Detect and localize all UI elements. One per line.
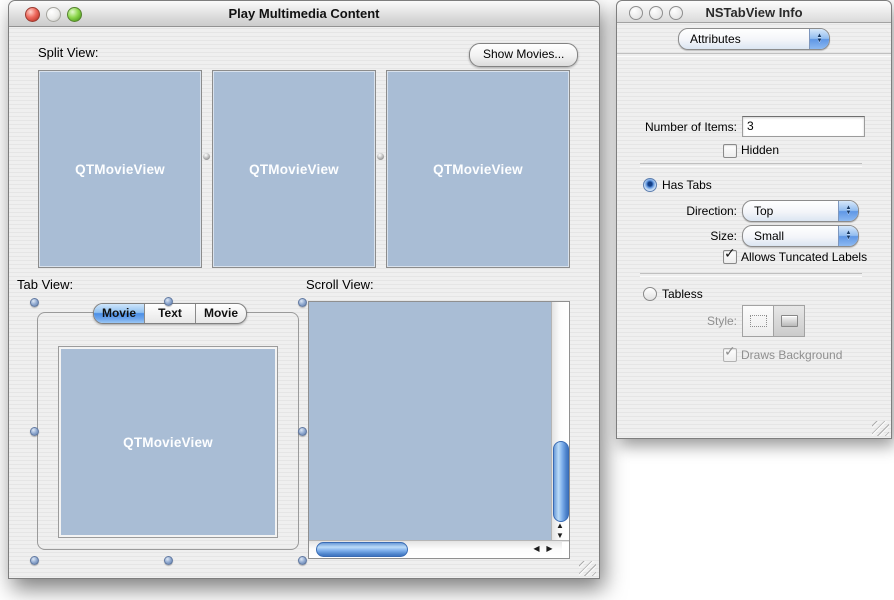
popup-value: Top: [743, 202, 838, 220]
horizontal-scroll-track[interactable]: [309, 541, 537, 558]
tab-text[interactable]: Text: [144, 304, 195, 323]
scroll-view: ▲ ▼ ◀ ▶: [308, 301, 570, 559]
popup-stepper-icon: ▲▼: [809, 29, 829, 49]
hidden-label: Hidden: [741, 143, 779, 157]
popup-value: Attributes: [679, 30, 809, 48]
qtmovieview-label: QTMovieView: [75, 162, 165, 177]
window-title: Play Multimedia Content: [9, 6, 599, 21]
has-tabs-label: Has Tabs: [662, 178, 712, 192]
direction-popup[interactable]: Top ▲▼: [742, 200, 859, 222]
window-title: NSTabView Info: [617, 5, 891, 20]
title-bar[interactable]: NSTabView Info: [617, 1, 891, 23]
direction-label: Direction:: [617, 204, 737, 218]
title-bar[interactable]: Play Multimedia Content: [9, 1, 599, 27]
style-borderless-segment[interactable]: [743, 306, 773, 336]
split-view-label: Split View:: [38, 45, 98, 60]
horizontal-scroll-thumb[interactable]: [316, 542, 408, 557]
selection-handle[interactable]: [164, 556, 173, 565]
scroll-up-icon[interactable]: ▲: [552, 521, 568, 531]
split-pane-movie-view-1[interactable]: QTMovieView: [38, 70, 202, 268]
scroll-view-label: Scroll View:: [306, 277, 374, 292]
number-of-items-field[interactable]: 3: [742, 116, 865, 137]
size-label: Size:: [617, 229, 737, 243]
check-icon: ✓: [724, 245, 736, 262]
qtmovieview-label: QTMovieView: [433, 162, 523, 177]
inspector-pane-popup[interactable]: Attributes ▲▼: [678, 28, 830, 50]
selection-handle[interactable]: [298, 427, 307, 436]
split-pane-movie-view-3[interactable]: QTMovieView: [386, 70, 570, 268]
scroll-view-content[interactable]: [309, 302, 552, 541]
allows-truncated-label: Allows Tuncated Labels: [741, 250, 867, 264]
nstabview-info-window: NSTabView Info Attributes ▲▼ Number of I…: [616, 0, 892, 439]
tab-view-label: Tab View:: [17, 277, 73, 292]
popup-stepper-icon: ▲▼: [838, 201, 858, 221]
tab-movie-2[interactable]: Movie: [195, 304, 246, 323]
check-icon: ✓: [724, 343, 736, 360]
selection-handle[interactable]: [30, 556, 39, 565]
draws-background-checkbox[interactable]: ✓: [723, 348, 737, 362]
popup-value: Small: [743, 227, 838, 245]
selection-handle[interactable]: [298, 556, 307, 565]
qtmovieview-label: QTMovieView: [123, 435, 213, 450]
selection-handle[interactable]: [30, 298, 39, 307]
selection-handle[interactable]: [298, 298, 307, 307]
tabless-radio[interactable]: [643, 287, 657, 301]
inspector-content: Attributes ▲▼ Number of Items: 3 Hidden …: [617, 23, 891, 438]
tab-content-movie-view[interactable]: QTMovieView: [58, 346, 278, 538]
window-resize-grip[interactable]: [872, 421, 889, 436]
horizontal-scrollbar[interactable]: ◀ ▶: [309, 540, 569, 558]
allows-truncated-checkbox[interactable]: ✓: [723, 250, 737, 264]
divider: [640, 273, 862, 277]
bezel-frame-icon: [781, 315, 798, 327]
play-multimedia-window: Play Multimedia Content Split View: Show…: [8, 0, 600, 579]
tab-bar: Movie Text Movie: [93, 303, 247, 324]
window-content: Split View: Show Movies... QTMovieView Q…: [9, 27, 599, 578]
size-popup[interactable]: Small ▲▼: [742, 225, 859, 247]
qtmovieview-label: QTMovieView: [249, 162, 339, 177]
tab-movie-1[interactable]: Movie: [94, 304, 144, 323]
scrollbar-corner: [562, 542, 569, 558]
vertical-scroll-thumb[interactable]: [553, 441, 569, 522]
number-of-items-label: Number of Items:: [617, 120, 737, 134]
tabless-label: Tabless: [662, 287, 703, 301]
scroll-right-icon[interactable]: ▶: [543, 541, 556, 557]
style-label: Style:: [617, 314, 737, 328]
selection-handle[interactable]: [164, 297, 173, 306]
vertical-scrollbar[interactable]: ▲ ▼: [551, 302, 569, 541]
split-pane-movie-view-2[interactable]: QTMovieView: [212, 70, 376, 268]
style-segmented-control: [742, 305, 805, 337]
window-resize-grip[interactable]: [579, 561, 596, 576]
hidden-checkbox[interactable]: [723, 144, 737, 158]
scroll-left-icon[interactable]: ◀: [530, 541, 543, 557]
has-tabs-radio[interactable]: [643, 178, 657, 192]
dotted-frame-icon: [750, 315, 767, 327]
splitter-dimple-icon[interactable]: [203, 153, 210, 160]
show-movies-button[interactable]: Show Movies...: [469, 43, 578, 67]
selection-handle[interactable]: [30, 427, 39, 436]
style-bezel-segment[interactable]: [773, 306, 804, 336]
divider: [640, 163, 862, 167]
splitter-dimple-icon[interactable]: [377, 153, 384, 160]
divider: [617, 53, 891, 57]
draws-background-label: Draws Background: [741, 348, 842, 362]
popup-stepper-icon: ▲▼: [838, 226, 858, 246]
